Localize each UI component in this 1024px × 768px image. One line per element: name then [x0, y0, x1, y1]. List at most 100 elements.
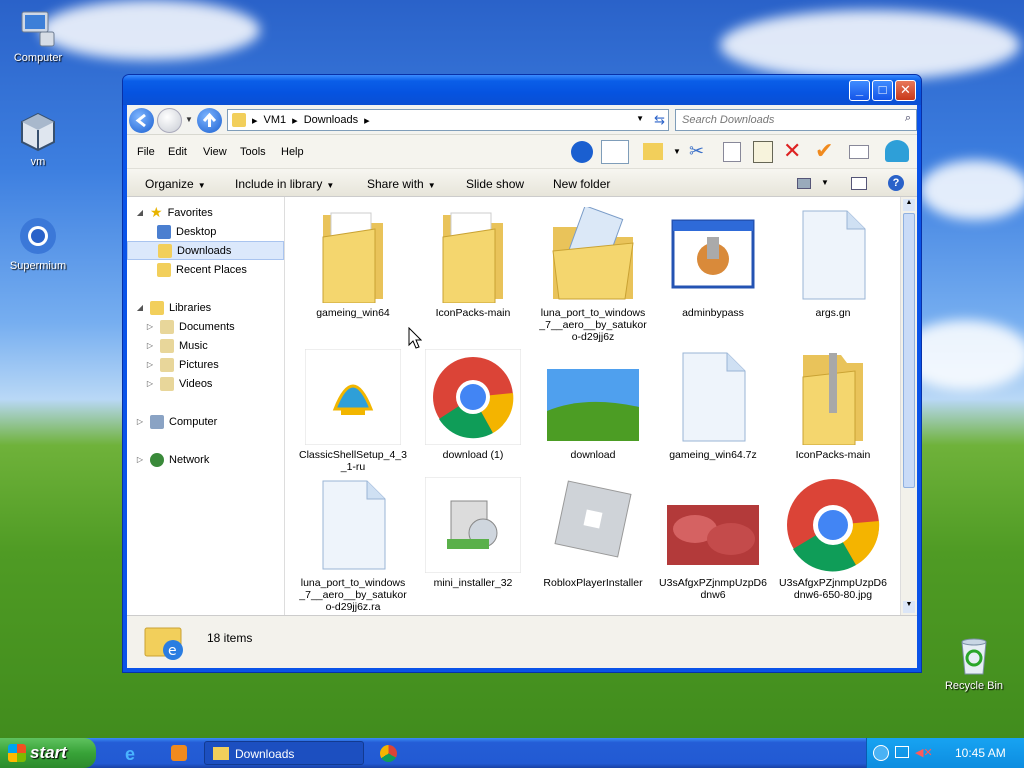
file-item[interactable]: args.gn [778, 207, 888, 319]
file-item[interactable]: U3sAfgxPZjnmpUzpD6dnw6-650-80.jpg [778, 477, 888, 601]
share-with-button[interactable]: Share with ▼ [367, 177, 436, 191]
refresh-icon[interactable]: ⇆ [654, 112, 665, 128]
change-view-icon[interactable] [797, 178, 811, 189]
expand-icon[interactable]: ▷ [145, 379, 155, 388]
nav-label: Pictures [179, 358, 219, 371]
address-dropdown-icon[interactable]: ▼ [636, 114, 644, 123]
taskbar-item-downloads[interactable]: Downloads [204, 741, 364, 765]
close-button[interactable]: ✕ [895, 80, 916, 101]
clock[interactable]: 10:45 AM [955, 746, 1006, 760]
help-icon[interactable]: ? [888, 175, 904, 191]
tray-expand-icon[interactable] [873, 745, 889, 761]
expand-icon[interactable]: ▷ [135, 417, 145, 426]
nav-recent-places[interactable]: Recent Places [127, 260, 284, 279]
breadcrumb-separator[interactable]: ▸ [364, 114, 370, 127]
file-item[interactable]: IconPacks-main [778, 349, 888, 461]
network-tray-icon[interactable] [895, 746, 909, 758]
file-item[interactable]: download (1) [418, 348, 528, 461]
nav-videos[interactable]: ▷ Videos [127, 374, 284, 393]
nav-favorites[interactable]: ◢ ★ Favorites [127, 203, 284, 222]
nav-desktop[interactable]: Desktop [127, 222, 284, 241]
checkmark-icon[interactable]: ✔ [815, 138, 833, 164]
cloud [720, 10, 1020, 80]
preview-pane-icon[interactable] [851, 177, 867, 190]
slide-show-button[interactable]: Slide show [466, 177, 524, 191]
nav-pictures[interactable]: ▷ Pictures [127, 355, 284, 374]
scroll-down-icon[interactable]: ▼ [903, 601, 915, 613]
delete-icon[interactable]: ✕ [783, 138, 801, 164]
breadcrumb-separator: ▸ [292, 114, 298, 127]
menu-file[interactable]: File [137, 146, 155, 158]
desktop-icon-recycle-bin[interactable]: Recycle Bin [936, 636, 1012, 692]
maximize-button[interactable]: □ [872, 80, 893, 101]
chrome-taskbar-icon[interactable] [380, 745, 397, 762]
include-in-library-button[interactable]: Include in library ▼ [235, 177, 334, 191]
search-input[interactable]: Search Downloads ⌕ [675, 109, 917, 131]
collapse-icon[interactable]: ◢ [135, 303, 145, 312]
nav-libraries[interactable]: ◢ Libraries [127, 298, 284, 317]
address-toolbar: ▼ ▸ VM1 ▸ Downloads ▸ ▼ ⇆ Search Downloa… [127, 105, 917, 135]
file-item[interactable]: mini_installer_32 [418, 476, 528, 589]
menu-edit[interactable]: Edit [168, 146, 187, 158]
expand-icon[interactable]: ▷ [135, 455, 145, 464]
cut-icon[interactable]: ✂ [689, 141, 704, 162]
nav-music[interactable]: ▷ Music [127, 336, 284, 355]
breadcrumb-downloads[interactable]: Downloads [304, 114, 358, 126]
breadcrumb-separator: ▸ [252, 114, 258, 127]
file-item[interactable]: ClassicShellSetup_4_3_1-ru [298, 348, 408, 473]
nav-computer[interactable]: ▷ Computer [127, 412, 284, 431]
up-folder-icon[interactable] [571, 141, 593, 163]
nav-label: Music [179, 339, 208, 352]
file-item[interactable]: download [538, 349, 648, 461]
volume-muted-icon[interactable]: ◀✕ [915, 746, 933, 759]
nav-documents[interactable]: ▷ Documents [127, 317, 284, 336]
panes-icon[interactable] [601, 140, 629, 164]
copy-icon[interactable] [723, 142, 741, 162]
new-folder-button[interactable]: New folder [553, 177, 610, 191]
nav-downloads[interactable]: Downloads [127, 241, 284, 260]
breadcrumb-vm1[interactable]: VM1 [264, 114, 287, 126]
nav-label: Documents [179, 320, 235, 333]
file-item[interactable]: gameing_win64 [298, 207, 408, 319]
properties-icon[interactable] [849, 145, 869, 159]
address-bar[interactable]: ▸ VM1 ▸ Downloads ▸ ▼ ⇆ [227, 109, 669, 131]
back-button[interactable] [129, 108, 154, 133]
virtualbox-icon [18, 112, 58, 152]
expand-icon[interactable]: ▷ [145, 360, 155, 369]
expand-icon[interactable]: ▷ [145, 341, 155, 350]
file-item[interactable]: adminbypass [658, 207, 768, 319]
folders-dropdown-icon[interactable]: ▼ [673, 147, 681, 156]
folders-icon[interactable] [643, 143, 663, 160]
file-item[interactable]: gameing_win64.7z [658, 349, 768, 461]
media-player-icon[interactable] [171, 745, 187, 761]
classic-shell-icon[interactable] [885, 140, 909, 162]
menu-view[interactable]: View [203, 146, 227, 158]
file-item[interactable]: IconPacks-main [418, 207, 528, 319]
menu-help[interactable]: Help [281, 146, 304, 158]
file-item[interactable]: U3sAfgxPZjnmpUzpD6dnw6 [658, 477, 768, 601]
file-item[interactable]: RobloxPlayerInstaller [538, 477, 648, 589]
organize-button[interactable]: Organize ▼ [145, 177, 206, 191]
scroll-up-icon[interactable]: ▲ [903, 199, 915, 211]
desktop-icon-vm[interactable]: vm [0, 112, 76, 168]
internet-explorer-icon[interactable]: e [125, 744, 135, 765]
forward-button[interactable] [157, 108, 182, 133]
scroll-thumb[interactable] [903, 213, 915, 488]
paste-icon[interactable] [753, 141, 773, 163]
title-bar[interactable]: _ □ ✕ [123, 75, 921, 105]
collapse-icon[interactable]: ◢ [135, 208, 145, 217]
expand-icon[interactable]: ▷ [145, 322, 155, 331]
minimize-button[interactable]: _ [849, 80, 870, 101]
desktop-icon-computer[interactable]: Computer [0, 8, 76, 64]
view-dropdown-icon[interactable]: ▼ [821, 178, 829, 187]
explorer-window: _ □ ✕ ▼ ▸ VM1 ▸ Downloads ▸ ▼ ⇆ Search D… [122, 74, 922, 673]
start-button[interactable]: start [0, 738, 96, 768]
desktop-icon-supermium[interactable]: Supermium [0, 216, 76, 272]
file-item[interactable]: luna_port_to_windows_7__aero__by_satukor… [298, 477, 408, 613]
file-item[interactable]: luna_port_to_windows_7__aero__by_satukor… [538, 205, 648, 343]
history-chevron-icon[interactable]: ▼ [185, 115, 193, 124]
nav-network[interactable]: ▷ Network [127, 450, 284, 469]
up-button[interactable] [197, 108, 222, 133]
vertical-scrollbar[interactable]: ▲ ▼ [900, 197, 917, 615]
menu-tools[interactable]: Tools [240, 146, 266, 158]
